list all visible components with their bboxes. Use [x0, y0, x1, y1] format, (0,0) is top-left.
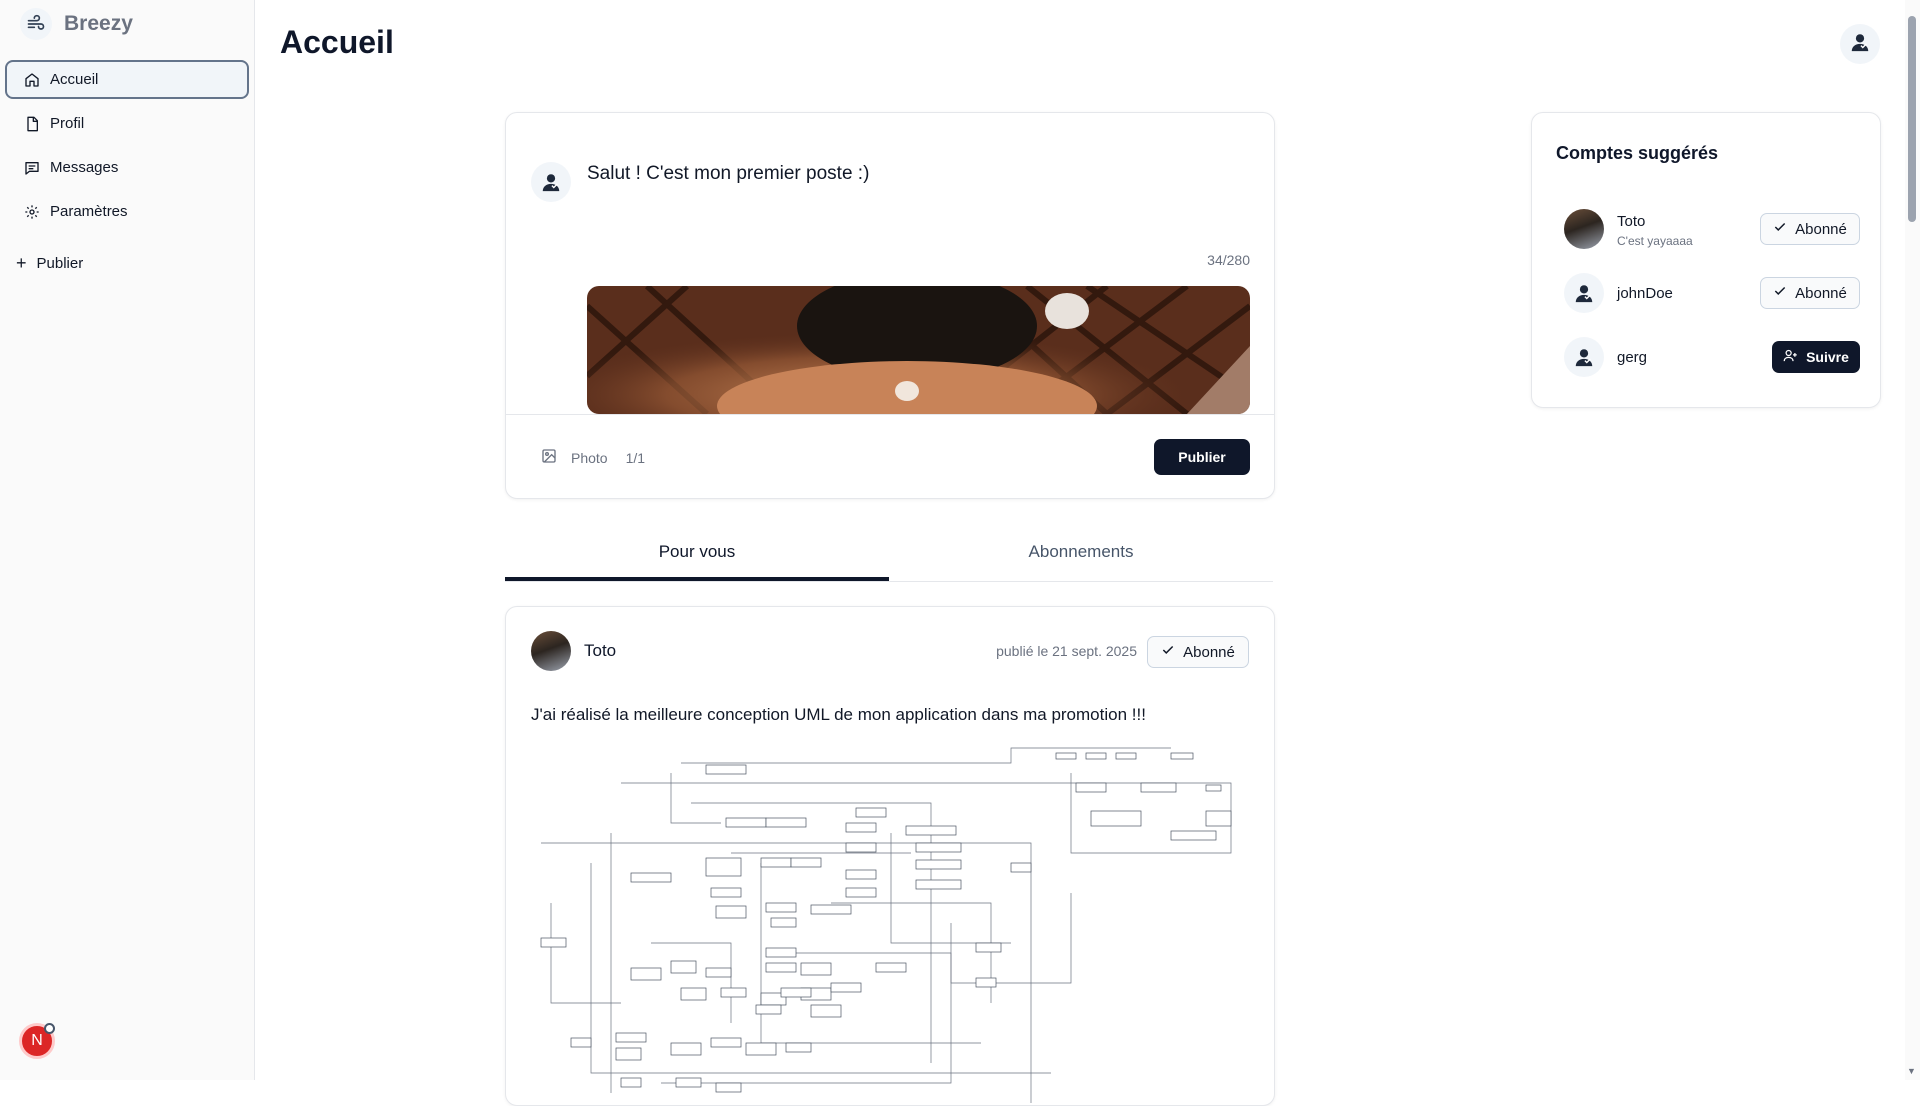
feed-post: Toto publié le 21 sept. 2025 Abonné J'ai…: [505, 606, 1275, 1106]
scrollbar-thumb[interactable]: [1908, 16, 1916, 222]
sidebar-item-messages[interactable]: Messages: [5, 148, 249, 187]
tab-abonnements[interactable]: Abonnements: [889, 537, 1273, 581]
user-plus-icon: [1783, 348, 1798, 366]
sidebar-item-label: Profil: [50, 115, 85, 132]
scroll-down-arrow-icon[interactable]: ▼: [1907, 1066, 1916, 1076]
follow-label: Abonné: [1183, 643, 1235, 661]
check-icon: [1161, 643, 1175, 661]
file-icon: [22, 114, 42, 134]
unfollow-button[interactable]: Abonné: [1760, 277, 1860, 309]
suggestion-row: johnDoe Abonné: [1564, 273, 1860, 317]
author-avatar[interactable]: [531, 631, 571, 671]
character-counter: 34/280: [1207, 252, 1250, 268]
suggestion-row: gerg Suivre: [1564, 337, 1860, 381]
sidebar-publish-label: Publier: [36, 255, 84, 272]
message-icon: [22, 158, 42, 178]
composer-textarea[interactable]: Salut ! C'est mon premier poste :): [587, 163, 869, 185]
suggestion-bio: C'est yayaaaa: [1617, 234, 1693, 248]
user-initial: N: [31, 1032, 43, 1049]
account-menu-button[interactable]: [1840, 24, 1880, 64]
suggestion-avatar[interactable]: [1564, 209, 1604, 249]
suggestion-name[interactable]: johnDoe: [1617, 285, 1673, 302]
suggested-accounts-panel: Comptes suggérés Toto C'est yayaaaa Abon…: [1531, 112, 1881, 408]
status-dot: [44, 1023, 55, 1034]
sidebar: Breezy Accueil Profil Messages Paramètre…: [0, 0, 255, 1080]
user-avatar-button[interactable]: N: [19, 1023, 55, 1059]
sidebar-item-label: Paramètres: [50, 203, 128, 220]
follow-label: Abonné: [1795, 284, 1847, 302]
suggestion-name[interactable]: Toto: [1617, 213, 1645, 230]
feed-tabs: Pour vous Abonnements: [505, 537, 1273, 582]
suggestion-avatar[interactable]: [1564, 273, 1604, 313]
suggestion-row: Toto C'est yayaaaa Abonné: [1564, 209, 1860, 253]
user-icon: [1575, 349, 1593, 367]
post-composer: Salut ! C'est mon premier poste :) 34/28…: [505, 112, 1275, 499]
user-icon: [542, 174, 560, 192]
user-icon: [1849, 31, 1871, 58]
add-photo-button[interactable]: Photo 1/1: [541, 448, 645, 467]
attached-photo-preview[interactable]: [587, 286, 1250, 414]
photo-label: Photo: [571, 449, 608, 466]
suggestion-name[interactable]: gerg: [1617, 349, 1647, 366]
wind-logo-icon: [20, 8, 52, 40]
sidebar-item-profil[interactable]: Profil: [5, 104, 249, 143]
user-icon: [1575, 285, 1593, 303]
suggestion-avatar[interactable]: [1564, 337, 1604, 377]
tab-pour-vous[interactable]: Pour vous: [505, 537, 889, 581]
post-image-uml-diagram[interactable]: [531, 743, 1251, 1103]
page-title: Accueil: [280, 24, 394, 60]
post-content: J'ai réalisé la meilleure conception UML…: [531, 705, 1146, 724]
unfollow-button[interactable]: Abonné: [1760, 213, 1860, 245]
plus-icon: +: [16, 253, 27, 273]
follow-button[interactable]: Abonné: [1147, 636, 1249, 668]
sidebar-item-label: Accueil: [50, 71, 99, 88]
brand[interactable]: Breezy: [0, 0, 254, 48]
image-icon: [541, 448, 557, 467]
sidebar-item-label: Messages: [50, 159, 119, 176]
sidebar-publish-button[interactable]: + Publier: [16, 253, 254, 274]
composer-divider: [506, 414, 1274, 415]
home-icon: [22, 70, 42, 90]
publish-button[interactable]: Publier: [1154, 439, 1250, 475]
follow-label: Abonné: [1795, 220, 1847, 238]
suggested-accounts-title: Comptes suggérés: [1556, 143, 1719, 163]
check-icon: [1773, 284, 1787, 302]
composer-avatar: [531, 162, 571, 202]
photo-count: 1/1: [625, 449, 646, 466]
post-date: publié le 21 sept. 2025: [996, 643, 1137, 659]
follow-button[interactable]: Suivre: [1772, 341, 1860, 373]
brand-name: Breezy: [64, 12, 133, 35]
author-name[interactable]: Toto: [584, 641, 616, 661]
gear-icon: [22, 202, 42, 222]
follow-label: Suivre: [1806, 349, 1849, 365]
sidebar-item-parametres[interactable]: Paramètres: [5, 192, 249, 231]
sidebar-item-accueil[interactable]: Accueil: [5, 60, 249, 99]
check-icon: [1773, 220, 1787, 238]
sidebar-nav: Accueil Profil Messages Paramètres: [0, 48, 254, 231]
